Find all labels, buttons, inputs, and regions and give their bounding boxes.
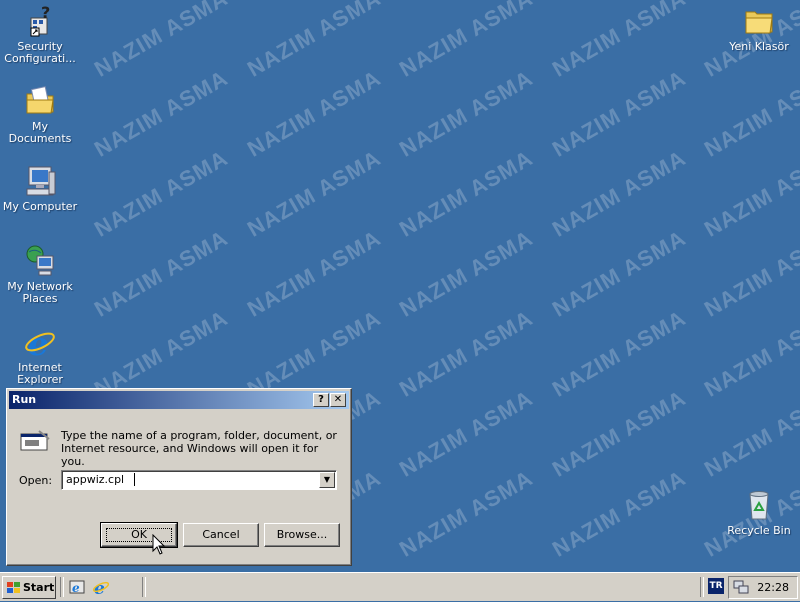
recycle-bin-icon bbox=[742, 488, 776, 522]
svg-text:e: e bbox=[28, 325, 48, 359]
watermark-text: NAZIM ASMA bbox=[700, 65, 800, 162]
open-label: Open: bbox=[19, 474, 53, 487]
watermark-text: NAZIM ASMA bbox=[700, 225, 800, 322]
watermark-text: NAZIM ASMA bbox=[243, 225, 386, 322]
watermark-text: NAZIM ASMA bbox=[90, 145, 233, 242]
run-dialog-titlebar[interactable]: Run ? ✕ bbox=[9, 391, 349, 409]
desktop-icon-my-documents[interactable]: My Documents bbox=[0, 84, 80, 145]
close-button[interactable]: ✕ bbox=[330, 393, 346, 407]
desktop-icon-label: My Computer bbox=[2, 200, 78, 213]
chevron-down-icon[interactable]: ▼ bbox=[319, 472, 335, 488]
watermark-text: NAZIM ASMA bbox=[548, 65, 691, 162]
desktop[interactable]: NAZIM ASMA NAZIM ASMA NAZIM ASMA NAZIM ASMA… bbox=[0, 0, 800, 572]
show-desktop-icon[interactable]: e bbox=[68, 578, 86, 596]
watermark-text: NAZIM ASMA bbox=[243, 145, 386, 242]
windows-logo-icon bbox=[7, 581, 21, 594]
language-indicator[interactable]: TR bbox=[708, 578, 724, 594]
desktop-icon-security-configuration[interactable]: ? Security Configurati... bbox=[0, 3, 80, 65]
watermark-text: NAZIM ASMA bbox=[700, 145, 800, 242]
internet-explorer-quicklaunch-icon[interactable]: e bbox=[92, 578, 110, 599]
clock[interactable]: 22:28 bbox=[757, 581, 789, 594]
watermark-text: NAZIM ASMA bbox=[243, 65, 386, 162]
run-dialog-title: Run bbox=[12, 393, 37, 406]
watermark-text: NAZIM ASMA bbox=[395, 305, 538, 402]
open-combobox[interactable]: appwiz.cpl ▼ bbox=[61, 470, 337, 490]
desktop-icon-yeni-klasor[interactable]: Yeni Klasör bbox=[719, 4, 799, 53]
watermark-text: NAZIM ASMA bbox=[395, 145, 538, 242]
desktop-icon-my-computer[interactable]: My Computer bbox=[0, 164, 80, 213]
internet-explorer-icon: e bbox=[23, 325, 57, 363]
run-dialog[interactable]: Run ? ✕ Type the name of a program, fold… bbox=[6, 388, 352, 566]
mouse-pointer-icon bbox=[152, 533, 166, 559]
folder-icon bbox=[742, 4, 776, 38]
taskbar-separator bbox=[60, 577, 64, 597]
cancel-button-label: Cancel bbox=[202, 528, 240, 541]
watermark-text: NAZIM ASMA bbox=[90, 225, 233, 322]
desktop-icon-recycle-bin[interactable]: Recycle Bin bbox=[719, 488, 799, 537]
desktop-icon-label: Yeni Klasör bbox=[729, 40, 789, 53]
my-computer-icon bbox=[23, 164, 57, 198]
watermark-text: NAZIM ASMA bbox=[548, 0, 691, 82]
taskbar-separator bbox=[142, 577, 146, 597]
desktop-icon-my-network-places[interactable]: My Network Places bbox=[0, 244, 80, 305]
system-tray: 22:28 bbox=[728, 576, 798, 599]
security-configuration-icon: ? bbox=[23, 3, 57, 38]
watermark-text: NAZIM ASMA bbox=[548, 385, 691, 482]
watermark-text: NAZIM ASMA bbox=[395, 225, 538, 322]
desktop-icon-label: Security Configurati... bbox=[4, 40, 76, 65]
open-input[interactable]: appwiz.cpl bbox=[66, 473, 124, 486]
desktop-icon-label: Recycle Bin bbox=[727, 524, 791, 537]
desktop-icon-label: My Network Places bbox=[7, 280, 73, 305]
svg-text:?: ? bbox=[41, 4, 50, 22]
text-caret bbox=[134, 473, 135, 486]
watermark-text: NAZIM ASMA bbox=[548, 305, 691, 402]
browse-button[interactable]: Browse... bbox=[264, 523, 340, 547]
browse-button-label: Browse... bbox=[276, 528, 328, 541]
watermark-text: NAZIM ASMA bbox=[90, 0, 233, 82]
watermark-text: NAZIM ASMA bbox=[395, 465, 538, 562]
watermark-text: NAZIM ASMA bbox=[548, 465, 691, 562]
taskbar: Start e e TR 22:28 bbox=[0, 572, 800, 601]
cancel-button[interactable]: Cancel bbox=[183, 523, 259, 547]
watermark-text: NAZIM ASMA bbox=[90, 65, 233, 162]
watermark-text: NAZIM ASMA bbox=[395, 385, 538, 482]
run-description: Type the name of a program, folder, docu… bbox=[61, 429, 337, 468]
start-button[interactable]: Start bbox=[2, 576, 56, 599]
watermark-text: NAZIM ASMA bbox=[700, 305, 800, 402]
help-button[interactable]: ? bbox=[313, 393, 329, 407]
watermark-text: NAZIM ASMA bbox=[395, 0, 538, 82]
my-network-places-icon bbox=[23, 244, 57, 278]
watermark-text: NAZIM ASMA bbox=[548, 225, 691, 322]
taskbar-separator bbox=[700, 577, 704, 597]
run-program-icon bbox=[19, 429, 51, 453]
desktop-icon-label: Internet Explorer bbox=[17, 361, 63, 386]
watermark-text: NAZIM ASMA bbox=[395, 65, 538, 162]
desktop-icon-internet-explorer[interactable]: e Internet Explorer bbox=[0, 325, 80, 386]
my-documents-icon bbox=[23, 84, 57, 118]
watermark-text: NAZIM ASMA bbox=[243, 0, 386, 82]
svg-text:e: e bbox=[72, 581, 80, 595]
network-tray-icon[interactable] bbox=[733, 579, 749, 598]
start-label: Start bbox=[23, 581, 55, 594]
desktop-icon-label: My Documents bbox=[8, 120, 72, 145]
watermark-text: NAZIM ASMA bbox=[548, 145, 691, 242]
watermark-text: NAZIM ASMA bbox=[700, 385, 800, 482]
